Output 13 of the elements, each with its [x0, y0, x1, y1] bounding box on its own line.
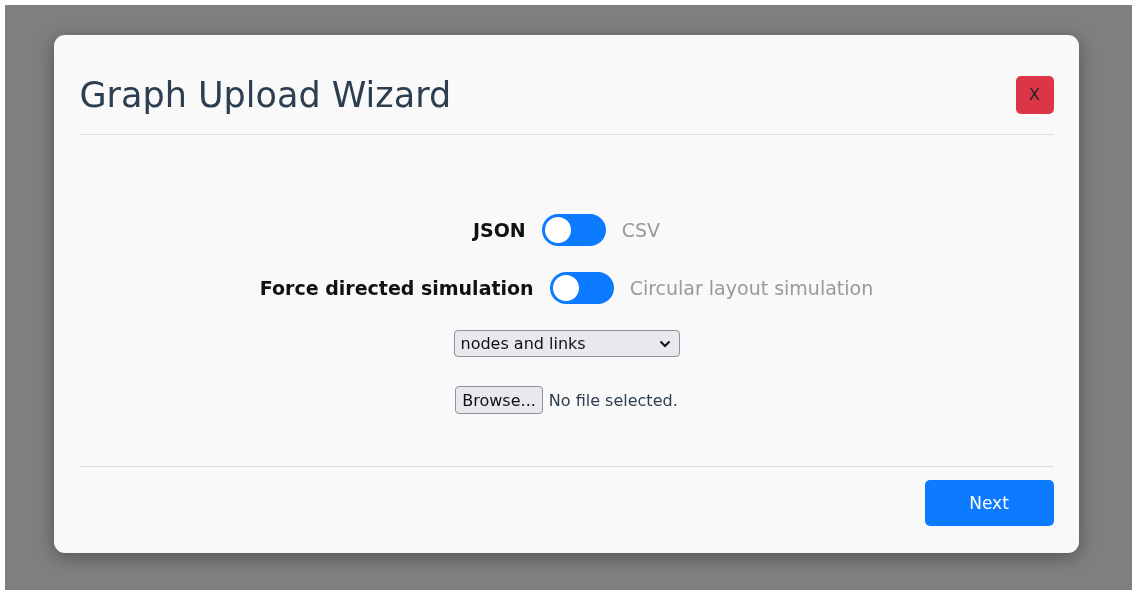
toggle-label: Force directed simulation: [258, 277, 535, 299]
file-status: No file selected.: [548, 390, 678, 410]
next-button[interactable]: Next: [924, 480, 1054, 526]
dialog-title: Graph Upload Wizard: [79, 73, 452, 115]
format-dropdown[interactable]: nodes and links: [453, 330, 680, 357]
browse-button[interactable]: Browse...: [455, 386, 543, 414]
chevron-down-icon: [658, 339, 671, 348]
toggle-label: JSON: [471, 219, 527, 241]
close-button[interactable]: X: [1015, 75, 1054, 114]
toggle-label: CSV: [620, 219, 662, 241]
toggle-switch[interactable]: [541, 214, 606, 246]
toggle-label: Circular layout simulation: [628, 277, 875, 299]
toggle-switch[interactable]: [549, 272, 614, 304]
